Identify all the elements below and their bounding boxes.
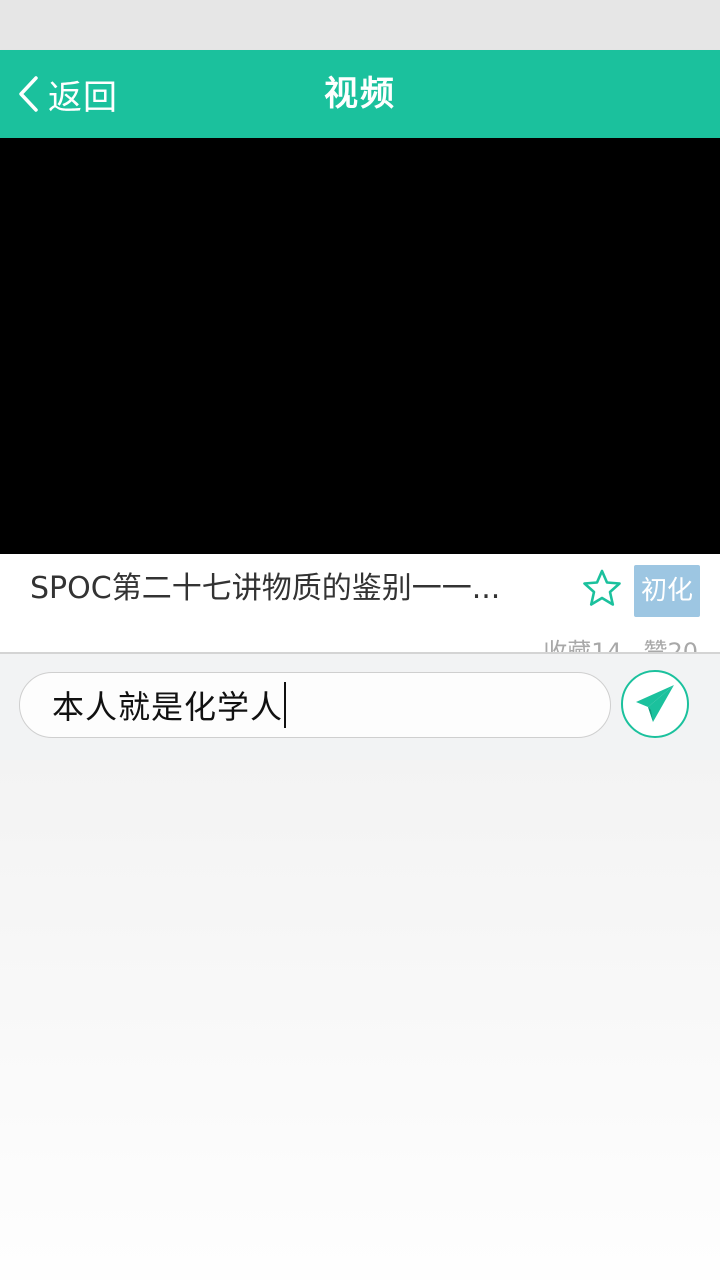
video-player[interactable] xyxy=(0,138,720,554)
video-title: SPOC第二十七讲物质的鉴别一一... xyxy=(30,571,501,606)
comments-area xyxy=(0,760,720,1280)
status-bar xyxy=(0,0,720,50)
comment-input-value: 本人就是化学人 xyxy=(52,688,284,726)
back-button[interactable]: 返回 xyxy=(16,50,136,138)
text-cursor xyxy=(284,682,287,728)
comment-input[interactable]: 本人就是化学人 xyxy=(19,672,611,738)
comment-bar: 本人就是化学人 xyxy=(0,652,720,761)
video-info: SPOC第二十七讲物质的鉴别一一... 初化 收藏14 赞20 xyxy=(0,554,720,652)
back-label: 返回 xyxy=(48,77,118,118)
star-outline-icon xyxy=(583,569,621,606)
likes-count: 赞20 xyxy=(643,638,698,652)
favorites-count: 收藏14 xyxy=(543,638,622,652)
favorite-button[interactable] xyxy=(582,568,622,608)
app-bar: 视频 返回 xyxy=(0,50,720,138)
category-badge: 初化 xyxy=(634,565,700,617)
send-button[interactable] xyxy=(621,670,689,738)
paper-plane-icon xyxy=(636,685,674,722)
video-stats: 收藏14 赞20 xyxy=(543,632,698,652)
chevron-left-icon xyxy=(19,76,38,112)
